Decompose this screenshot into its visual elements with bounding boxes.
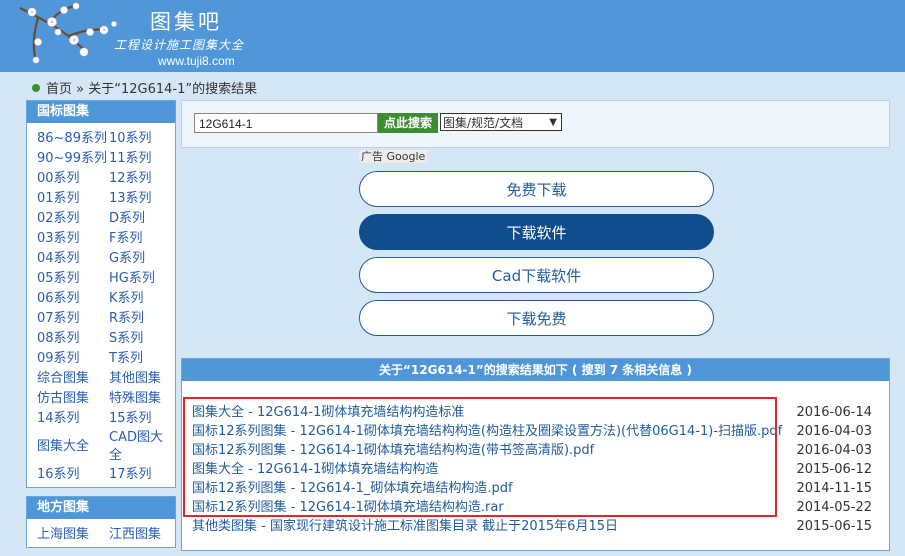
breadcrumb-home-link[interactable]: 首页 xyxy=(46,82,72,97)
result-link[interactable]: 图集大全 - 12G614-1砌体填充墙结构构造标准 xyxy=(192,405,464,420)
sidebar-item[interactable]: 03系列 xyxy=(37,229,109,249)
sidebar-item[interactable]: 00系列 xyxy=(37,169,109,189)
dropdown-arrow-icon: ▼ xyxy=(549,117,557,128)
result-row: 国标12系列图集 - 12G614-1砌体填充墙结构构造(构造柱及圈梁设置方法)… xyxy=(192,422,882,441)
sidebar-item[interactable]: 04系列 xyxy=(37,249,109,269)
result-link[interactable]: 国标12系列图集 - 12G614-1_砌体填充墙结构构造.pdf xyxy=(192,481,513,496)
sidebar-item[interactable]: 10系列 xyxy=(109,129,181,149)
result-row: 图集大全 - 12G614-1砌体填充墙结构构造 2015-06-12 xyxy=(192,460,882,479)
national-atlas-box: 国标图集 86~89系列 10系列 90~99系列 11系列 00系列 12系列 01系列 1… xyxy=(26,100,176,488)
sidebar-item[interactable]: 13系列 xyxy=(109,189,181,209)
breadcrumb: 首页 » 关于“12G614-1”的搜索结果 xyxy=(32,78,257,97)
sidebar-item[interactable]: D系列 xyxy=(109,209,181,229)
search-panel: 12G614-1 点此搜索 图集/规范/文档 ▼ xyxy=(181,100,890,148)
cad-download-software-button[interactable]: Cad下载软件 xyxy=(359,257,714,293)
result-date: 2015-06-15 xyxy=(796,519,872,534)
sidebar-item[interactable]: 特殊图集 xyxy=(109,389,181,409)
sidebar-item[interactable]: 仿古图集 xyxy=(37,389,109,409)
logo-title[interactable]: 图集吧 xyxy=(150,6,222,36)
sidebar-item[interactable]: 图集大全 xyxy=(37,437,109,457)
result-link[interactable]: 国标12系列图集 - 12G614-1砌体填充墙结构构造.rar xyxy=(192,500,504,515)
sidebar-item[interactable]: 02系列 xyxy=(37,209,109,229)
sidebar-item[interactable]: 上海图集 xyxy=(37,525,109,545)
free-download-button[interactable]: 免费下载 xyxy=(359,171,714,207)
result-date: 2014-11-15 xyxy=(796,481,872,496)
result-row: 国标12系列图集 - 12G614-1砌体填充墙结构构造(带书签高清版).pdf… xyxy=(192,441,882,460)
sidebar-item[interactable]: 08系列 xyxy=(37,329,109,349)
sidebar-item[interactable]: 综合图集 xyxy=(37,369,109,389)
search-type-select[interactable]: 图集/规范/文档 ▼ xyxy=(440,113,562,131)
search-type-value: 图集/规范/文档 xyxy=(443,116,524,130)
sidebar-item[interactable]: 其他图集 xyxy=(109,369,181,389)
sidebar-item[interactable]: 15系列 xyxy=(109,409,181,429)
sidebar-item[interactable]: 14系列 xyxy=(37,409,109,429)
main-content: 12G614-1 点此搜索 图集/规范/文档 ▼ xyxy=(181,100,890,148)
sidebar-item[interactable]: 江西图集 xyxy=(109,525,181,545)
search-results-panel: 关于“12G614-1”的搜索结果如下 ( 搜到 7 条相关信息 ) 图集大全 … xyxy=(181,358,890,551)
sidebar-item[interactable]: 90~99系列 xyxy=(37,149,109,169)
sidebar-item[interactable]: G系列 xyxy=(109,249,181,269)
logo-subtitle: 工程设计施工图集大全 xyxy=(114,38,245,52)
local-atlas-list: 上海图集 江西图集 xyxy=(27,519,175,547)
logo-url: www.tuji8.com xyxy=(158,54,235,68)
sidebar-item[interactable]: S系列 xyxy=(109,329,181,349)
site-header: 图集吧 工程设计施工图集大全 www.tuji8.com xyxy=(0,0,905,72)
bullet-icon xyxy=(32,84,40,92)
result-link[interactable]: 国标12系列图集 - 12G614-1砌体填充墙结构构造(带书签高清版).pdf xyxy=(192,443,594,458)
result-date: 2016-06-14 xyxy=(796,405,872,420)
sidebar-item[interactable]: CAD图大全 xyxy=(109,429,167,465)
result-date: 2016-04-03 xyxy=(796,443,872,458)
search-button[interactable]: 点此搜索 xyxy=(378,113,438,133)
sidebar-item[interactable]: HG系列 xyxy=(109,269,181,289)
national-atlas-list: 86~89系列 10系列 90~99系列 11系列 00系列 12系列 01系列 13系列 02… xyxy=(27,123,175,487)
sidebar-item[interactable]: 05系列 xyxy=(37,269,109,289)
result-link[interactable]: 图集大全 - 12G614-1砌体填充墙结构构造 xyxy=(192,462,438,477)
local-atlas-heading: 地方图集 xyxy=(27,497,175,519)
breadcrumb-current: 关于“12G614-1”的搜索结果 xyxy=(88,82,258,97)
ad-label[interactable]: 广告 Google xyxy=(359,150,428,163)
result-link[interactable]: 其他类图集 - 国家现行建筑设计施工标准图集目录 截止于2015年6月15日 xyxy=(192,519,618,534)
result-row: 其他类图集 - 国家现行建筑设计施工标准图集目录 截止于2015年6月15日 20… xyxy=(192,517,882,536)
result-row: 国标12系列图集 - 12G614-1_砌体填充墙结构构造.pdf 2014-11… xyxy=(192,479,882,498)
sidebar-item[interactable]: 12系列 xyxy=(109,169,181,189)
sidebar-item[interactable]: 17系列 xyxy=(109,465,181,485)
result-row: 国标12系列图集 - 12G614-1砌体填充墙结构构造.rar 2014-05-… xyxy=(192,498,882,517)
download-software-button[interactable]: 下载软件 xyxy=(359,214,714,250)
sidebar-item[interactable]: 86~89系列 xyxy=(37,129,109,149)
search-input[interactable]: 12G614-1 xyxy=(194,113,378,133)
sidebar: 国标图集 86~89系列 10系列 90~99系列 11系列 00系列 12系列 01系列 1… xyxy=(26,100,176,556)
local-atlas-box: 地方图集 上海图集 江西图集 xyxy=(26,496,176,548)
sidebar-item[interactable]: 11系列 xyxy=(109,149,181,169)
sidebar-item[interactable]: 06系列 xyxy=(37,289,109,309)
result-link[interactable]: 国标12系列图集 - 12G614-1砌体填充墙结构构造(构造柱及圈梁设置方法)… xyxy=(192,424,782,439)
sidebar-item[interactable]: F系列 xyxy=(109,229,181,249)
results-heading: 关于“12G614-1”的搜索结果如下 ( 搜到 7 条相关信息 ) xyxy=(182,359,889,381)
sidebar-item[interactable]: R系列 xyxy=(109,309,181,329)
sidebar-item[interactable]: 09系列 xyxy=(37,349,109,369)
sidebar-item[interactable]: T系列 xyxy=(109,349,181,369)
sidebar-item[interactable]: 16系列 xyxy=(37,465,109,485)
result-date: 2015-06-12 xyxy=(796,462,872,477)
breadcrumb-separator: » xyxy=(76,82,85,97)
national-atlas-heading: 国标图集 xyxy=(27,101,175,123)
sidebar-item[interactable]: K系列 xyxy=(109,289,181,309)
download-free-button[interactable]: 下载免费 xyxy=(359,300,714,336)
result-date: 2016-04-03 xyxy=(796,424,872,439)
result-date: 2014-05-22 xyxy=(796,500,872,515)
results-list: 图集大全 - 12G614-1砌体填充墙结构构造标准 2016-06-14 国标12… xyxy=(192,403,882,536)
sidebar-item[interactable]: 01系列 xyxy=(37,189,109,209)
sidebar-item[interactable]: 07系列 xyxy=(37,309,109,329)
result-row: 图集大全 - 12G614-1砌体填充墙结构构造标准 2016-06-14 xyxy=(192,403,882,422)
plum-blossom-logo-icon xyxy=(19,2,117,64)
